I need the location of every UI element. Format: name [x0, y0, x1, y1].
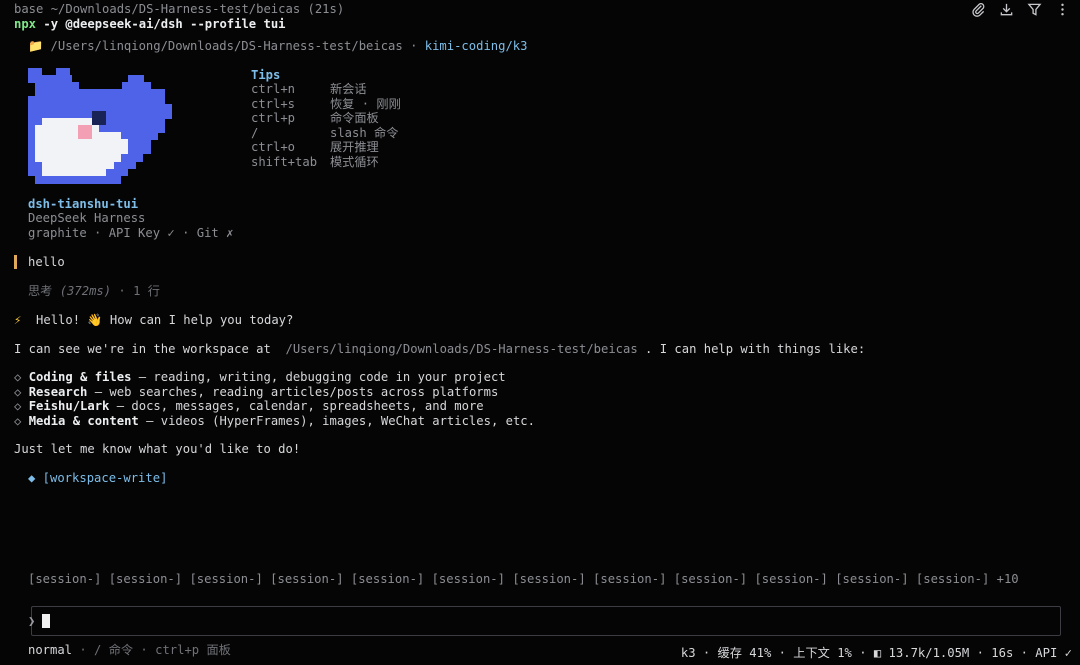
tip-key: ctrl+n	[251, 82, 296, 96]
bullet-text: — reading, writing, debugging code in yo…	[131, 370, 506, 384]
session-tab[interactable]: [session-]	[28, 572, 101, 586]
closing-text: Just let me know what you'd like to do!	[14, 442, 301, 456]
list-item: ◇ Feishu/Lark — docs, messages, calendar…	[14, 399, 484, 413]
tip-row: ctrl+p 命令面板	[251, 111, 401, 126]
terminal-title: base ~/Downloads/DS-Harness-test/beicas …	[14, 2, 345, 16]
more-sessions[interactable]: +10	[997, 572, 1019, 586]
bullet-text: — web searches, reading articles/posts a…	[87, 385, 499, 399]
tip-desc: 展开推理	[330, 140, 379, 154]
session-tab[interactable]: [session-]	[432, 572, 505, 586]
bullet-title: Feishu/Lark	[28, 399, 110, 413]
app-status: graphite · API Key ✓ · Git ✗	[28, 226, 234, 240]
mode-tag: ◆ [workspace-write]	[28, 471, 168, 485]
tip-row: ctrl+s 恢复 · 刚刚	[251, 97, 401, 112]
tip-row: / slash 命令	[251, 126, 401, 141]
status-right: k3 · 缓存 41% · 上下文 1% · ◧ 13.7k/1.05M · 1…	[680, 646, 1072, 660]
header-bar: 📁 /Users/linqiong/Downloads/DS-Harness-t…	[28, 39, 527, 53]
tips-title: Tips	[251, 68, 281, 82]
user-message-bar	[14, 255, 17, 269]
workspace-post: . I can help with things like:	[637, 342, 866, 356]
paperclip-icon[interactable]	[971, 2, 986, 17]
status-hints: · / 命令 · ctrl+p 面板	[72, 643, 231, 657]
whale-logo	[28, 68, 172, 184]
filter-icon[interactable]	[1027, 2, 1042, 17]
whale-cheek	[78, 125, 92, 139]
session-tab[interactable]: [session-]	[754, 572, 827, 586]
bullet-title: Coding & files	[28, 370, 132, 384]
workspace-pre: I can see we're in the workspace at	[14, 342, 279, 356]
session-tab[interactable]: [session-]	[835, 572, 908, 586]
status-left: normal · / 命令 · ctrl+p 面板	[28, 643, 231, 657]
bullet-text: — docs, messages, calendar, spreadsheets…	[109, 399, 484, 413]
prompt-input[interactable]	[31, 606, 1061, 636]
toolbar-icons	[971, 0, 1070, 18]
thinking-time: (372ms)	[59, 284, 112, 298]
list-item: ◇ Media & content — videos (HyperFrames)…	[14, 414, 535, 428]
tip-desc: 模式循环	[330, 154, 379, 169]
thinking-line[interactable]: 思考 (372ms) · 1 行	[28, 284, 160, 298]
thinking-label: 思考	[28, 284, 53, 298]
app-subtitle: DeepSeek Harness	[28, 211, 146, 225]
bullet-title: Research	[28, 385, 88, 399]
mode-indicator: normal	[28, 643, 73, 657]
text-cursor	[42, 614, 50, 628]
model-name: kimi-coding/k3	[424, 39, 528, 53]
session-tab[interactable]: [session-]	[512, 572, 585, 586]
bullet-title: Media & content	[28, 414, 139, 428]
lightning-icon: ⚡	[14, 313, 22, 327]
tip-row: ctrl+o 展开推理	[251, 140, 401, 155]
greeting-text: Hello! 👋 How can I help you today?	[36, 313, 294, 327]
session-tab[interactable]: [session-]	[270, 572, 343, 586]
session-tab[interactable]: [session-]	[109, 572, 182, 586]
tip-desc: slash 命令	[330, 125, 399, 140]
tip-key: ctrl+p	[251, 111, 296, 125]
tip-row: ctrl+n 新会话	[251, 82, 401, 97]
session-tab[interactable]: [session-]	[593, 572, 666, 586]
list-item: ◇ Coding & files — reading, writing, deb…	[14, 370, 506, 384]
tip-key: /	[251, 125, 259, 140]
whale-eye	[92, 111, 106, 125]
command-args: -y @deepseek-ai/dsh --profile tui	[36, 17, 286, 31]
prompt-chevron-icon: ❯	[28, 614, 36, 628]
thinking-lines: · 1 行	[111, 284, 160, 298]
bullet-text: — videos (HyperFrames), images, WeChat a…	[138, 414, 535, 428]
list-item: ◇ Research — web searches, reading artic…	[14, 385, 499, 399]
user-message: hello	[28, 255, 65, 269]
header-separator: ·	[402, 39, 425, 53]
session-tab[interactable]: [session-]	[674, 572, 747, 586]
more-vertical-icon[interactable]	[1055, 2, 1070, 17]
download-icon[interactable]	[999, 2, 1014, 17]
tip-key: ctrl+s	[251, 96, 296, 111]
greeting-line: ⚡ Hello! 👋 How can I help you today?	[14, 313, 293, 327]
tips-list: ctrl+n 新会话 ctrl+s 恢复 · 刚刚 ctrl+p 命令面板 / slas…	[251, 82, 401, 169]
workspace-path: /Users/linqiong/Downloads/DS-Harness-tes…	[50, 39, 403, 53]
workspace-inline-path: /Users/linqiong/Downloads/DS-Harness-tes…	[285, 342, 638, 356]
tip-desc: 命令面板	[330, 111, 379, 125]
tip-key: shift+tab	[251, 154, 318, 169]
session-tab[interactable]: [session-]	[351, 572, 424, 586]
tip-key: ctrl+o	[251, 140, 296, 154]
tip-row: shift+tab 模式循环	[251, 155, 401, 170]
command-line: npx -y @deepseek-ai/dsh --profile tui	[14, 17, 286, 31]
folder-icon: 📁	[28, 39, 44, 53]
session-tabs: [session-] [session-] [session-] [sessio…	[28, 572, 1019, 586]
tip-desc: 恢复 · 刚刚	[330, 96, 401, 111]
workspace-line: I can see we're in the workspace at /Use…	[14, 342, 865, 356]
tip-desc: 新会话	[330, 82, 367, 96]
session-tab[interactable]: [session-]	[916, 572, 989, 586]
app-name: dsh-tianshu-tui	[28, 197, 139, 211]
command-prefix: npx	[14, 17, 37, 31]
session-tab[interactable]: [session-]	[189, 572, 262, 586]
